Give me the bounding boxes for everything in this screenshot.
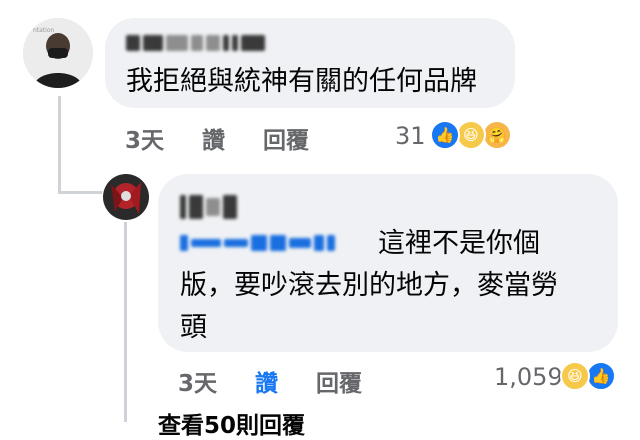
thread-line-reply (124, 222, 127, 422)
haha-icon[interactable]: 😆 (560, 361, 590, 391)
reply-actions: 3天 讚 回覆 (178, 364, 400, 398)
like-icon[interactable]: 👍 (586, 361, 616, 391)
reply-text-line-1: 這裡不是你個 (378, 228, 540, 259)
avatar[interactable]: ntation (23, 18, 93, 88)
reply-text-line-3: 頭 (180, 312, 207, 343)
like-button[interactable]: 讚 (255, 364, 278, 398)
reply-text-line-2: 版，要吵滾去別的地方，麥當勞 (180, 270, 558, 301)
like-button[interactable]: 讚 (202, 121, 225, 155)
author-name-redacted[interactable] (126, 32, 265, 54)
view-more-replies-link[interactable]: 查看50則回覆 (158, 406, 305, 440)
timestamp[interactable]: 3天 (178, 364, 217, 398)
haha-icon[interactable]: 😆 (456, 120, 486, 150)
reaction-count[interactable]: 31 (395, 122, 426, 150)
tagged-name-redacted[interactable] (180, 232, 335, 254)
profile-photo (103, 174, 149, 220)
thread-line-elbow (58, 191, 102, 194)
comment-actions: 3天 讚 回覆 (125, 121, 347, 155)
like-icon[interactable]: 👍 (430, 120, 460, 150)
reply-button[interactable]: 回覆 (316, 364, 362, 398)
care-icon[interactable]: 🤗 (482, 120, 512, 150)
comment-text: 我拒絕與統神有關的任何品牌 (126, 66, 477, 97)
thread-line-vertical (58, 96, 61, 194)
reaction-count[interactable]: 1,059 (494, 363, 563, 391)
author-name-redacted[interactable] (180, 195, 237, 219)
reply-button[interactable]: 回覆 (263, 121, 309, 155)
profile-photo: ntation (23, 18, 93, 88)
avatar[interactable] (103, 174, 149, 220)
svg-text:ntation: ntation (33, 27, 55, 34)
timestamp[interactable]: 3天 (125, 121, 164, 155)
